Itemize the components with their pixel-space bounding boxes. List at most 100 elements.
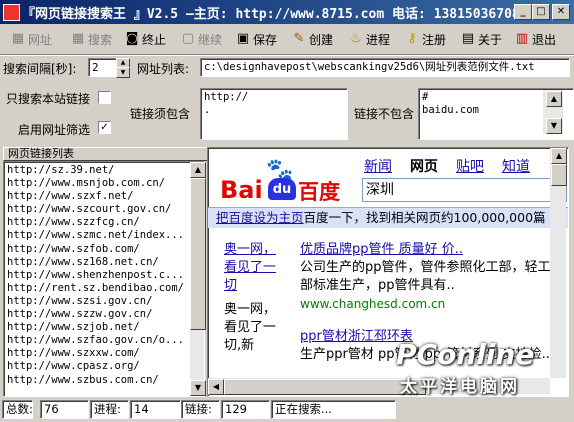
toolbar-register-label: 注册	[422, 32, 447, 47]
toolbar-create-label: 创建	[309, 32, 334, 47]
toolbar-save-button[interactable]: ▣ 保存	[235, 28, 277, 50]
list-item[interactable]: http://www.msnjob.com.cn/	[7, 177, 187, 190]
status-links-label: 链接:	[181, 400, 220, 419]
scroll-left-arrow[interactable]: ◀	[208, 379, 224, 395]
save-icon: ▣	[236, 31, 250, 46]
list-item[interactable]: http://www.szmc.net/index...	[7, 229, 187, 242]
url-list-label: 网址列表:	[137, 62, 190, 76]
toolbar-continue-label: 继续	[198, 32, 223, 47]
result-1-title[interactable]: 优质品牌pp管件 质量好 价..	[300, 242, 463, 257]
list-item[interactable]: http://www.szjob.net/	[7, 321, 187, 334]
logo-du: du	[268, 178, 296, 200]
toolbar-process-label: 进程	[366, 32, 391, 47]
nav-tieba-link[interactable]: 贴吧	[456, 159, 484, 175]
scroll-down-arrow[interactable]: ▼	[546, 118, 562, 134]
list-item[interactable]: http://www.szsi.gov.cn/	[7, 295, 187, 308]
result-count: 百度一下，找到相关网页约100,000,000篇	[303, 210, 546, 225]
continue-icon: ▢	[181, 31, 195, 46]
browser-view[interactable]: 新闻 网页 贴吧 知道 🐾 Bai du 百度 深圳 把百度设为主页百度一下，找到相关…	[207, 147, 569, 397]
nav-zhidao-link[interactable]: 知道	[502, 159, 530, 175]
toolbar-continue-button[interactable]: ▢ 继续	[180, 28, 222, 50]
baidu-nav: 新闻 网页 贴吧 知道	[364, 156, 530, 176]
not-include-scrollbar[interactable]: ▲ ▼	[543, 90, 563, 134]
minimize-button[interactable]: _	[514, 4, 532, 20]
exit-icon: ▥	[515, 31, 529, 46]
result-2-title[interactable]: ppr管材浙江邳环表	[300, 329, 413, 344]
list-item[interactable]: http://www.szfao.gov.cn/o...	[7, 334, 187, 347]
hscroll-thumb[interactable]	[224, 379, 426, 395]
list-item[interactable]: http://sz.39.net/	[7, 164, 187, 177]
interval-down-button[interactable]: ▼	[116, 67, 130, 78]
list-item[interactable]: http://www.szxxw.com/	[7, 347, 187, 360]
toolbar-stop-label: 终止	[142, 32, 167, 47]
toolbar-register-button[interactable]: ⚷ 注册	[404, 28, 446, 50]
list-item[interactable]: http://www.szcourt.gov.cn/	[7, 203, 187, 216]
status-progress-value: 14	[130, 400, 181, 419]
list-item[interactable]: http://www.szbus.com.cn/	[7, 374, 187, 387]
status-state: 正在搜索...	[271, 400, 396, 419]
toolbar-about-button[interactable]: ▤ 关于	[460, 28, 502, 50]
url-list-input[interactable]: c:\designhavepost\webscankingv25d6\网址列表范…	[200, 58, 570, 77]
scroll-up-arrow[interactable]: ▲	[551, 148, 567, 164]
must-include-textarea[interactable]: http:// .	[200, 88, 348, 140]
process-icon: ♨	[350, 31, 362, 46]
baidu-logo: 🐾 Bai du 百度	[218, 156, 358, 204]
sethome-link[interactable]: 把百度设为主页	[216, 210, 304, 225]
baidu-search-input[interactable]: 深圳	[362, 178, 567, 202]
search-result-2: ppr管材浙江邳环表 生产ppr管材 pp管材 ppr管材系列 支持检...	[300, 328, 555, 364]
must-include-label: 链接须包含	[130, 107, 191, 121]
not-include-label: 链接不包含	[354, 107, 415, 121]
list-item[interactable]: http://www.szzw.gov.cn/	[7, 308, 187, 321]
create-icon: ✎	[293, 31, 305, 46]
list-item[interactable]: http://rent.sz.bendibao.com/	[7, 282, 187, 295]
list-item[interactable]: http://www.shenzhenpost.c...	[7, 269, 187, 282]
scroll-up-arrow[interactable]: ▲	[190, 162, 206, 178]
toolbar-search-button[interactable]: ▦ 搜索	[70, 28, 112, 50]
left-ad: 奥一网，看见了一切 奥一网，看见了一切,新	[224, 241, 286, 355]
nav-web-current: 网页	[410, 159, 438, 175]
site-only-checkbox[interactable]	[98, 91, 111, 104]
maximize-button[interactable]: □	[532, 4, 550, 20]
link-list-header[interactable]: 网页链接列表	[3, 147, 208, 161]
site-only-label: 只搜索本站链接	[6, 92, 91, 106]
result-2-desc: 生产ppr管材 pp管材 ppr管材系列 支持检...	[300, 347, 554, 362]
toolbar-stop-button[interactable]: ◙ 终止	[124, 28, 166, 50]
app-icon	[3, 4, 20, 21]
browser-hscrollbar[interactable]: ◀	[208, 378, 550, 395]
list-item[interactable]: http://www.szzfcg.cn/	[7, 216, 187, 229]
toolbar-exit-button[interactable]: ▥ 退出	[514, 28, 556, 50]
browser-scrollbar[interactable]: ▲	[550, 148, 567, 378]
enable-filter-checkbox[interactable]: ✓	[98, 121, 111, 134]
toolbar-divider	[0, 54, 574, 56]
left-ad-title[interactable]: 奥一网，看见了一切	[224, 242, 276, 293]
scroll-thumb[interactable]	[190, 178, 206, 330]
nav-news-link[interactable]: 新闻	[364, 159, 392, 175]
scroll-up-arrow[interactable]: ▲	[546, 91, 562, 107]
stop-icon: ◙	[125, 31, 139, 46]
window-title: 『网页链接搜索王 』V2.5 —主页: http://www.8715.com …	[22, 7, 520, 22]
interval-input[interactable]: 2	[88, 58, 119, 77]
list-item[interactable]: http://www.cpasz.org/	[7, 360, 187, 373]
status-progress-label: 进程:	[90, 400, 129, 419]
key-icon: ⚷	[407, 31, 417, 46]
enable-filter-label: 启用网址筛选	[18, 123, 91, 137]
toolbar-url-label: 网址	[28, 32, 53, 47]
left-ad-desc: 奥一网，看见了一切,新	[224, 302, 277, 353]
link-list[interactable]: http://sz.39.net/http://www.msnjob.com.c…	[3, 161, 206, 397]
toolbar-save-label: 保存	[253, 32, 278, 47]
list-item[interactable]: http://www.szxf.net/	[7, 190, 187, 203]
link-list-scrollbar[interactable]: ▲ ▼	[190, 162, 206, 396]
about-icon: ▤	[461, 31, 475, 46]
close-button[interactable]: ✕	[552, 4, 570, 20]
toolbar-process-button[interactable]: ♨ 进程	[348, 28, 390, 50]
logo-chinese: 百度	[298, 180, 340, 204]
logo-bai: Bai	[220, 176, 263, 204]
list-item[interactable]: http://www.szfob.com/	[7, 243, 187, 256]
web-icon: ▦	[11, 31, 25, 46]
scroll-down-arrow[interactable]: ▼	[190, 380, 206, 396]
search-result-1: 优质品牌pp管件 质量好 价.. 公司生产的pp管件，管件参照化工部，轻工部标准…	[300, 241, 555, 313]
toolbar-create-button[interactable]: ✎ 创建	[291, 28, 333, 50]
toolbar-url-button[interactable]: ▦ 网址	[10, 28, 52, 50]
list-item[interactable]: http://www.sz168.net.cn/	[7, 256, 187, 269]
scroll-thumb[interactable]	[551, 164, 567, 186]
